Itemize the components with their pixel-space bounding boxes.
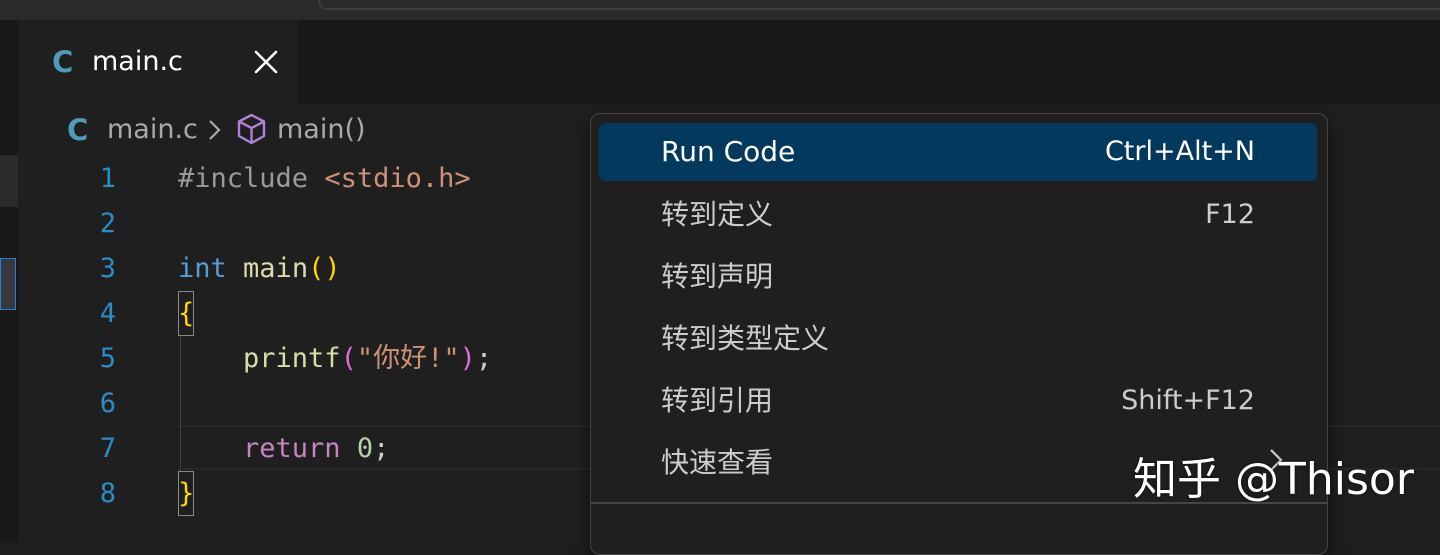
chevron-right-icon [209,120,221,140]
line-number: 4 [99,298,116,329]
activity-bar-item[interactable] [0,155,18,207]
code-line-3[interactable]: int main() [178,246,492,291]
title-bar [0,0,1440,20]
brace-close: } [178,471,195,516]
breadcrumb-file[interactable]: main.c [107,110,198,150]
watermark: 知乎 @Thisor [1133,454,1414,505]
menu-item-run-code[interactable]: Run Code Ctrl+Alt+N [599,123,1317,181]
menu-item-label: 转到声明 [661,260,774,293]
menu-item-go-to-declaration[interactable]: 转到声明 [599,248,1317,306]
menu-item-label: 转到定义 [661,198,774,231]
c-file-icon: C [52,45,74,79]
menu-item-shortcut: Shift+F12 [1121,385,1255,416]
activity-bar-item-active[interactable] [0,258,16,310]
line-number: 3 [99,253,116,284]
parentheses: () [308,253,341,284]
preprocessor-directive: #include [178,163,309,194]
code-line-8[interactable]: } [178,471,492,516]
close-icon[interactable] [250,46,282,78]
line-number: 2 [99,208,116,239]
line-number: 7 [99,433,116,464]
breadcrumb-c-file-icon: C [67,113,89,147]
code-area[interactable]: #include <stdio.h> int main() { printf("… [178,156,492,516]
function-call: printf [243,343,341,374]
menu-item-label: 转到类型定义 [661,322,830,355]
type-keyword: int [178,253,227,284]
semicolon: ; [373,433,390,464]
menu-item-go-to-references[interactable]: 转到引用 Shift+F12 [599,372,1317,430]
code-line-7[interactable]: return 0; [178,426,492,471]
code-line-5[interactable]: printf("你好!"); [178,336,492,381]
function-name: main [243,253,309,284]
line-number: 1 [99,163,116,194]
semicolon: ; [475,343,493,374]
menu-item-go-to-type-definition[interactable]: 转到类型定义 [599,310,1317,368]
command-center-search[interactable] [318,0,1440,10]
line-number: 8 [99,478,116,509]
string-literal: "你好!" [356,343,460,374]
tab-title[interactable]: main.c [92,42,183,82]
symbol-method-icon [237,113,266,145]
menu-item-label: 转到引用 [661,384,774,417]
paren-close: ) [459,343,476,374]
number-literal: 0 [356,433,374,464]
menu-item-shortcut: Ctrl+Alt+N [1104,136,1255,167]
code-line-2[interactable] [178,201,492,246]
line-number: 6 [99,388,116,419]
code-line-4[interactable]: { [178,291,492,336]
menu-item-shortcut: F12 [1205,199,1255,230]
code-line-6[interactable] [178,381,492,426]
include-header: <stdio.h> [324,163,471,194]
code-line-1[interactable]: #include <stdio.h> [178,156,492,201]
breadcrumb-symbol[interactable]: main() [277,110,366,150]
return-keyword: return [243,433,341,464]
menu-item-label: 快速查看 [661,446,774,479]
line-number-gutter: 1 2 3 4 5 6 7 8 [60,156,116,516]
line-number: 5 [99,343,116,374]
brace-open: { [178,291,195,336]
menu-item-label: Run Code [661,135,796,168]
menu-item-go-to-definition[interactable]: 转到定义 F12 [599,186,1317,244]
paren-open: ( [340,343,357,374]
